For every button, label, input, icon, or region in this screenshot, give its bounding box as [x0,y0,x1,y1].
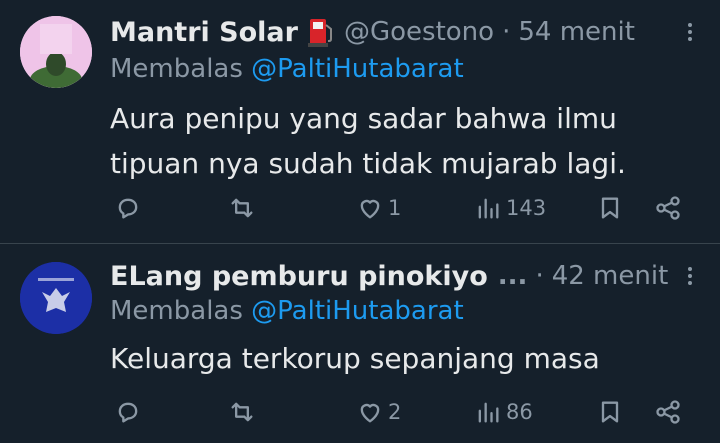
more-options-icon[interactable] [686,264,694,288]
share-button[interactable] [654,188,682,228]
more-options-icon[interactable] [686,20,694,44]
tweet-text: Aura penipu yang sadar bahwa ilmu tipuan… [110,102,626,180]
tweet-header: Mantri Solar @Goestono · 54 menit [110,14,660,50]
heart-icon [360,199,380,219]
separator-dot: · [535,261,544,291]
replying-to: Membalas @PaltiHutabarat [110,54,464,84]
retweet-button[interactable] [228,188,256,228]
heart-icon [360,403,380,423]
share-icon [656,400,680,424]
bookmark-icon [601,401,619,423]
reply-button[interactable] [114,188,142,228]
reply-button[interactable] [114,392,142,432]
action-bar: 2 86 [110,392,690,432]
replying-to: Membalas @PaltiHutabarat [110,296,464,326]
analytics-icon [478,402,499,423]
avatar[interactable] [20,262,92,334]
views-button[interactable]: 143 [474,188,546,228]
like-button[interactable]: 2 [356,392,401,432]
tweet-reply-2[interactable]: ELang pemburu pinokiyo ... · 42 menit Me… [0,244,720,443]
view-count: 86 [506,400,533,424]
share-button[interactable] [654,392,682,432]
like-count: 2 [388,400,402,424]
mention-link[interactable]: @PaltiHutabarat [251,54,464,84]
fuel-pump-icon [307,17,334,47]
separator-dot: · [502,17,511,47]
retweet-button[interactable] [228,392,256,432]
bookmark-icon [601,197,619,219]
display-name[interactable]: ELang pemburu pinokiyo [110,261,488,292]
bookmark-button[interactable] [596,188,624,228]
reply-icon [118,198,138,219]
view-count: 143 [506,196,547,220]
user-handle[interactable]: @Goestono [344,17,494,47]
mention-link[interactable]: @PaltiHutabarat [251,296,464,326]
tweet-text: Keluarga terkorup sepanjang masa [110,342,600,375]
timestamp[interactable]: 54 menit [518,17,635,47]
share-icon [656,196,680,220]
tweet-reply-1[interactable]: Mantri Solar @Goestono · 54 menit Membal… [0,0,720,243]
action-bar: 1 143 [110,188,690,228]
bookmark-button[interactable] [596,392,624,432]
reply-icon [118,402,138,423]
views-button[interactable]: 86 [474,392,533,432]
avatar[interactable] [20,16,92,88]
timestamp[interactable]: 42 menit [552,261,669,291]
like-button[interactable]: 1 [356,188,401,228]
analytics-icon [478,198,499,219]
retweet-icon [231,198,253,218]
name-ellipsis: ... [497,261,528,291]
retweet-icon [231,402,253,422]
tweet-header: ELang pemburu pinokiyo ... · 42 menit [110,258,668,294]
replying-prefix: Membalas [110,54,243,84]
like-count: 1 [388,196,402,220]
display-name[interactable]: Mantri Solar [110,17,298,48]
replying-prefix: Membalas [110,296,243,326]
